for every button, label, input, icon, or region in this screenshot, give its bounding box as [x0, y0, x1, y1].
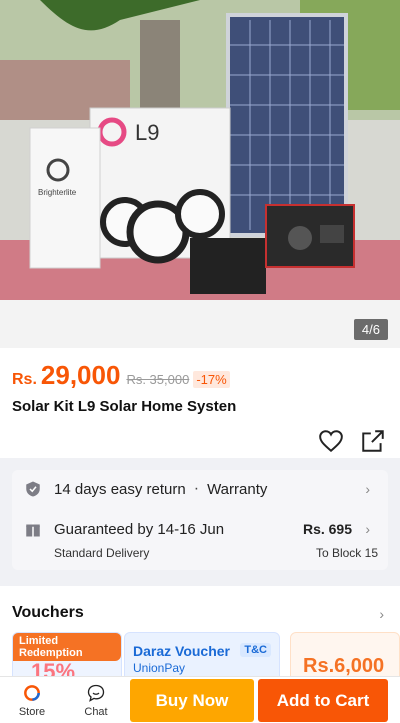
delivery-fee: Rs. 695: [302, 521, 352, 537]
product-title: Solar Kit L9 Solar Home Systen: [12, 398, 237, 415]
product-info: Rs. 29,000 Rs. 35,000 -17% Solar Kit L9 …: [0, 348, 400, 458]
return-warranty-row[interactable]: 14 days easy return · Warranty ›: [24, 480, 378, 498]
product-image[interactable]: L9 Brighterlite: [0, 0, 400, 300]
heart-outline-icon[interactable]: [318, 428, 344, 454]
limited-redemption-ribbon: Limited Redemption: [13, 633, 121, 661]
return-text: 14 days easy return: [54, 480, 186, 498]
delivery-destination: To Block 15: [315, 546, 378, 560]
image-strip: 4/6: [0, 300, 400, 348]
image-counter: 4/6: [353, 319, 388, 340]
product-page: L9 Brighterlite 4/6 Rs. 29,000 Rs. 35,00…: [0, 0, 400, 723]
service-card[interactable]: 14 days easy return · Warranty › Guarant…: [12, 470, 388, 570]
vouchers-title: Vouchers: [12, 604, 84, 621]
chevron-right-icon[interactable]: ›: [379, 606, 384, 622]
bottom-action-bar: Store Chat Buy Now Add to Cart: [0, 676, 400, 723]
original-price: Rs. 35,000: [126, 372, 190, 387]
add-to-cart-button[interactable]: Add to Cart: [258, 679, 388, 722]
box-label-text: L9: [135, 120, 159, 145]
chat-icon: [87, 684, 105, 702]
currency-label: Rs.: [12, 371, 37, 388]
voucher-name: Daraz Voucher: [133, 643, 230, 659]
separator-dot: ·: [193, 480, 200, 497]
voucher-sub: UnionPay: [133, 661, 186, 675]
discount-badge: -17%: [193, 371, 230, 388]
product-photo: L9 Brighterlite: [0, 0, 400, 300]
shield-check-icon: [26, 481, 40, 497]
chevron-right-icon: ›: [365, 481, 370, 497]
gift-box-icon: [26, 522, 40, 537]
chevron-right-icon: ›: [365, 521, 370, 537]
store-label: Store: [18, 706, 46, 718]
svg-text:Brighterlite: Brighterlite: [38, 188, 77, 197]
delivery-type: Standard Delivery: [54, 546, 150, 560]
terms-badge[interactable]: T&C: [240, 643, 271, 657]
delivery-title: Guaranteed by 14-16 Jun: [54, 520, 225, 538]
current-price: 29,000: [40, 360, 121, 390]
share-icon[interactable]: [360, 428, 386, 454]
buy-now-button[interactable]: Buy Now: [130, 679, 254, 722]
product-actions: [318, 428, 386, 454]
chat-tab[interactable]: Chat: [76, 683, 116, 718]
chat-label: Chat: [84, 706, 108, 718]
warranty-text: Warranty: [207, 480, 268, 498]
store-tab[interactable]: Store: [12, 683, 52, 718]
store-logo-icon: [24, 685, 40, 701]
voucher-amount: Rs.6,000: [303, 655, 385, 677]
delivery-row[interactable]: Guaranteed by 14-16 Jun Rs. 695 ›: [24, 520, 378, 538]
price-row: Rs. 29,000 Rs. 35,000 -17%: [12, 360, 230, 391]
